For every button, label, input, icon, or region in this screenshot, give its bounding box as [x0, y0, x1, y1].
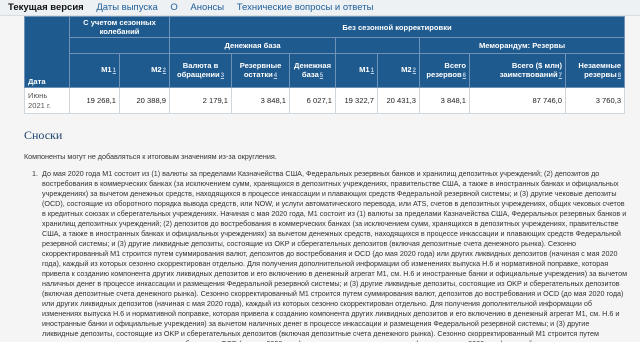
cell-currency: 2 179,1 [169, 87, 233, 114]
row-date: Июнь 2021 г. [24, 87, 70, 114]
nav-announcements[interactable]: Анонсы [190, 0, 224, 15]
footnote-link[interactable]: 1 [371, 68, 374, 74]
footnote-link[interactable]: 2 [413, 68, 416, 74]
table-row: Июнь 2021 г. 19 268,1 20 388,9 2 179,1 3… [24, 87, 626, 114]
nonborrowed-header: Незаемные резервы8 [565, 53, 626, 88]
cell-total-reserves: 3 848,1 [419, 87, 471, 114]
cell-m1-nsa: 19 322,7 [335, 87, 379, 114]
footnote-link[interactable]: 6 [463, 73, 466, 79]
m1-sa-header: M11 [69, 53, 120, 88]
top-nav: Текущая версия Даты выпуска О Анонсы Тех… [0, 0, 640, 16]
cell-money-base: 6 027,1 [289, 87, 337, 114]
m1-nsa-header: M11 [335, 53, 379, 88]
cell-nonborrowed: 3 760,3 [565, 87, 626, 114]
cell-m1-sa: 19 268,1 [69, 87, 120, 114]
memo-reserves-header: Меморандум: Резервы [419, 37, 626, 54]
reserve-balances-header: Резервные остатки4 [231, 53, 291, 88]
currency-header: Валюта в обращении3 [169, 53, 233, 88]
cell-reserve-balances: 3 848,1 [231, 87, 291, 114]
nsa-spacer [335, 37, 421, 54]
total-reserves-header: Всего резервов6 [419, 53, 471, 88]
total-borrowed-header: Всего ($ млн) заимствований7 [469, 53, 567, 88]
footnote-link[interactable]: 1 [113, 68, 116, 74]
nav-about[interactable]: О [170, 0, 177, 15]
nav-release-dates[interactable]: Даты выпуска [96, 0, 157, 15]
footnote-number: 1. [32, 169, 38, 178]
footnote-link[interactable]: 4 [274, 73, 277, 79]
cell-m2-nsa: 20 431,3 [377, 87, 421, 114]
m2-sa-header: M22 [118, 53, 171, 88]
left-margin [0, 16, 22, 342]
cell-total-borrowed: 87 746,0 [469, 87, 567, 114]
footnote-link[interactable]: 8 [618, 73, 621, 79]
rounding-note: Компоненты могут не добавляться к итогов… [24, 152, 277, 161]
m2-nsa-header: M22 [377, 53, 421, 88]
right-margin [628, 16, 640, 342]
money-base-header: Денежная база5 [289, 53, 337, 88]
seasonal-header: С учетом сезонных колебаний [68, 16, 171, 38]
money-stock-table: Дата С учетом сезонных колебаний Без сез… [24, 16, 626, 114]
nav-current-version[interactable]: Текущая версия [8, 0, 84, 15]
nav-technical-qa[interactable]: Технические вопросы и ответы [237, 0, 374, 15]
footnote-link[interactable]: 5 [320, 73, 323, 79]
nonseasonal-header: Без сезонной корректировки [169, 16, 626, 38]
footnotes-title: Сноски [24, 128, 63, 142]
seasonal-spacer [68, 37, 171, 54]
footnote-link[interactable]: 3 [221, 73, 224, 79]
footnote-text: До мая 2020 года M1 состоит из (1) валют… [42, 169, 627, 342]
footnote-link[interactable]: 2 [163, 68, 166, 74]
cell-m2-sa: 20 388,9 [118, 87, 171, 114]
footnote-link[interactable]: 7 [559, 73, 562, 79]
money-base-group-header: Денежная база [169, 37, 337, 54]
date-header: Дата [24, 16, 70, 88]
